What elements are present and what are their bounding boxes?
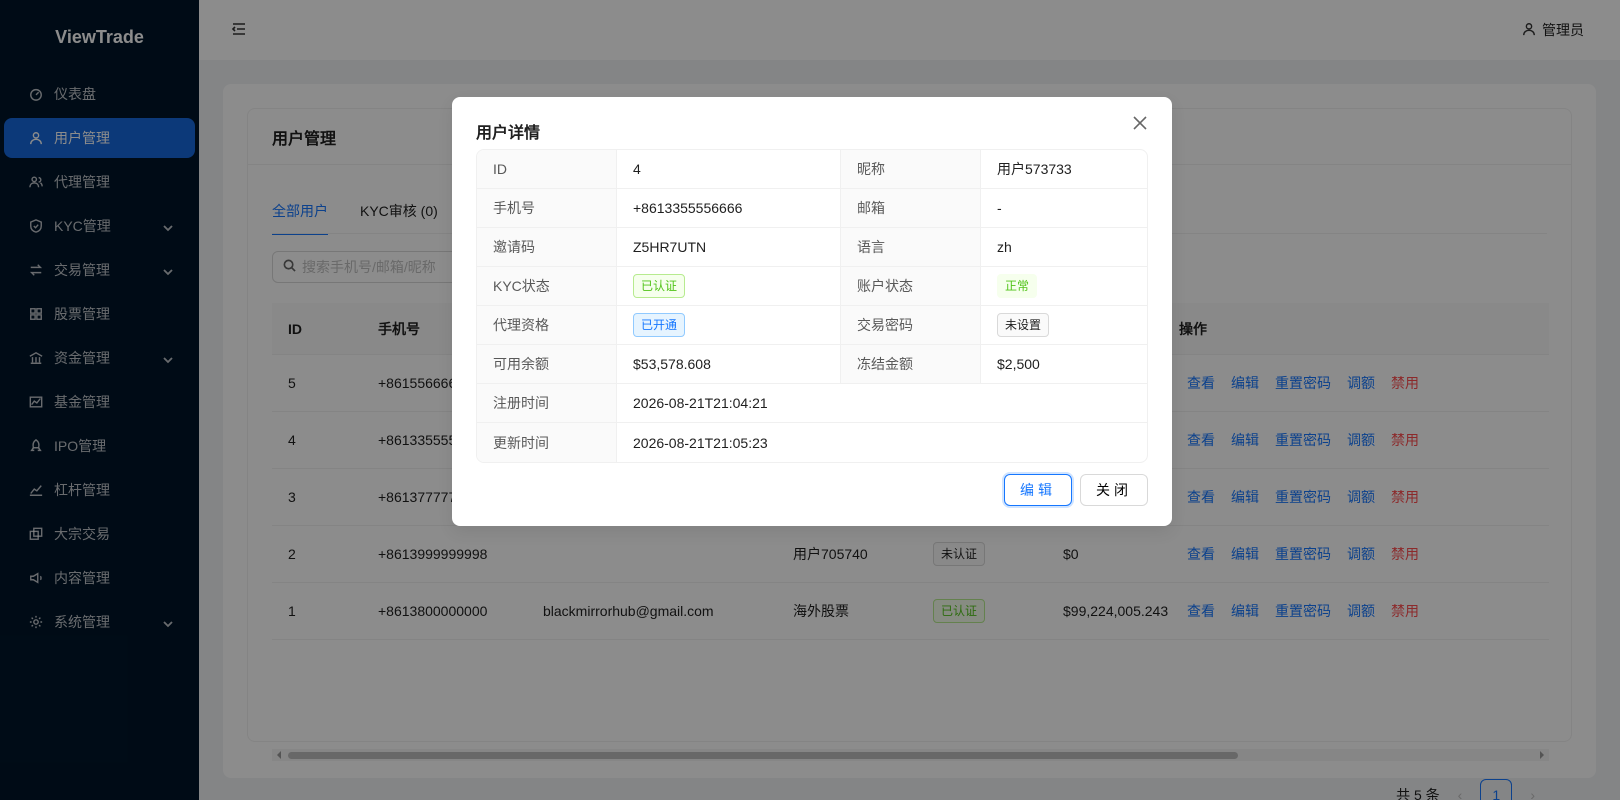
detail-value: $2,500 [997, 356, 1040, 372]
detail-label: 可用余额 [477, 345, 617, 383]
status-badge: 正常 [997, 274, 1038, 298]
status-badge: 未设置 [997, 313, 1050, 337]
detail-value: 已认证 [617, 267, 841, 305]
detail-value: 2026-08-21T21:05:23 [633, 434, 768, 451]
close-icon[interactable] [1132, 115, 1152, 135]
detail-value: +8613355556666 [617, 189, 841, 227]
detail-label: 交易密码 [841, 306, 981, 344]
detail-label: 邀请码 [477, 228, 617, 266]
detail-row: 可用余额 $53,578.608 冻结金额 $2,500 [477, 345, 1147, 384]
detail-label: 更新时间 [477, 423, 617, 462]
detail-row: 邀请码 Z5HR7UTN 语言 zh [477, 228, 1147, 267]
detail-label: ID [477, 150, 617, 188]
modal-footer: 编辑 关闭 [1004, 474, 1148, 506]
detail-value: 4 [617, 150, 841, 188]
edit-button[interactable]: 编辑 [1004, 474, 1072, 506]
status-badge: 已开通 [633, 313, 686, 337]
detail-value: 2026-08-21T21:04:21 [633, 395, 768, 411]
detail-label: KYC状态 [477, 267, 617, 305]
detail-row: KYC状态 已认证 账户状态 正常 [477, 267, 1147, 306]
detail-value: 未设置 [981, 306, 1147, 344]
modal-title: 用户详情 [476, 125, 541, 142]
detail-row: 注册时间 2026-08-21T21:04:21 [477, 384, 1147, 423]
detail-value: 用户573733 [997, 161, 1072, 177]
detail-label: 邮箱 [841, 189, 981, 227]
detail-value: 正常 [981, 267, 1147, 305]
detail-row: 手机号 +8613355556666 邮箱 - [477, 189, 1147, 228]
status-badge: 已认证 [633, 274, 686, 298]
detail-value: zh [997, 239, 1012, 255]
detail-label: 账户状态 [841, 267, 981, 305]
detail-label: 手机号 [477, 189, 617, 227]
detail-value: $53,578.608 [617, 345, 841, 383]
detail-value: Z5HR7UTN [617, 228, 841, 266]
detail-label: 代理资格 [477, 306, 617, 344]
user-detail-modal: 用户详情 ID 4 昵称 用户573733 手机号 +8613355556666 邮箱 - 邀请… [452, 97, 1172, 526]
detail-label: 语言 [841, 228, 981, 266]
detail-row: 更新时间 2026-08-21T21:05:23 [477, 423, 1147, 462]
user-detail-descriptions: ID 4 昵称 用户573733 手机号 +8613355556666 邮箱 - 邀请码 Z5HR… [476, 149, 1148, 463]
close-button[interactable]: 关闭 [1080, 474, 1148, 506]
detail-value: 已开通 [617, 306, 841, 344]
detail-label: 冻结金额 [841, 345, 981, 383]
detail-value: - [997, 200, 1002, 216]
detail-row: ID 4 昵称 用户573733 [477, 150, 1147, 189]
detail-label: 昵称 [841, 150, 981, 188]
detail-label: 注册时间 [477, 384, 617, 422]
detail-row: 代理资格 已开通 交易密码 未设置 [477, 306, 1147, 345]
